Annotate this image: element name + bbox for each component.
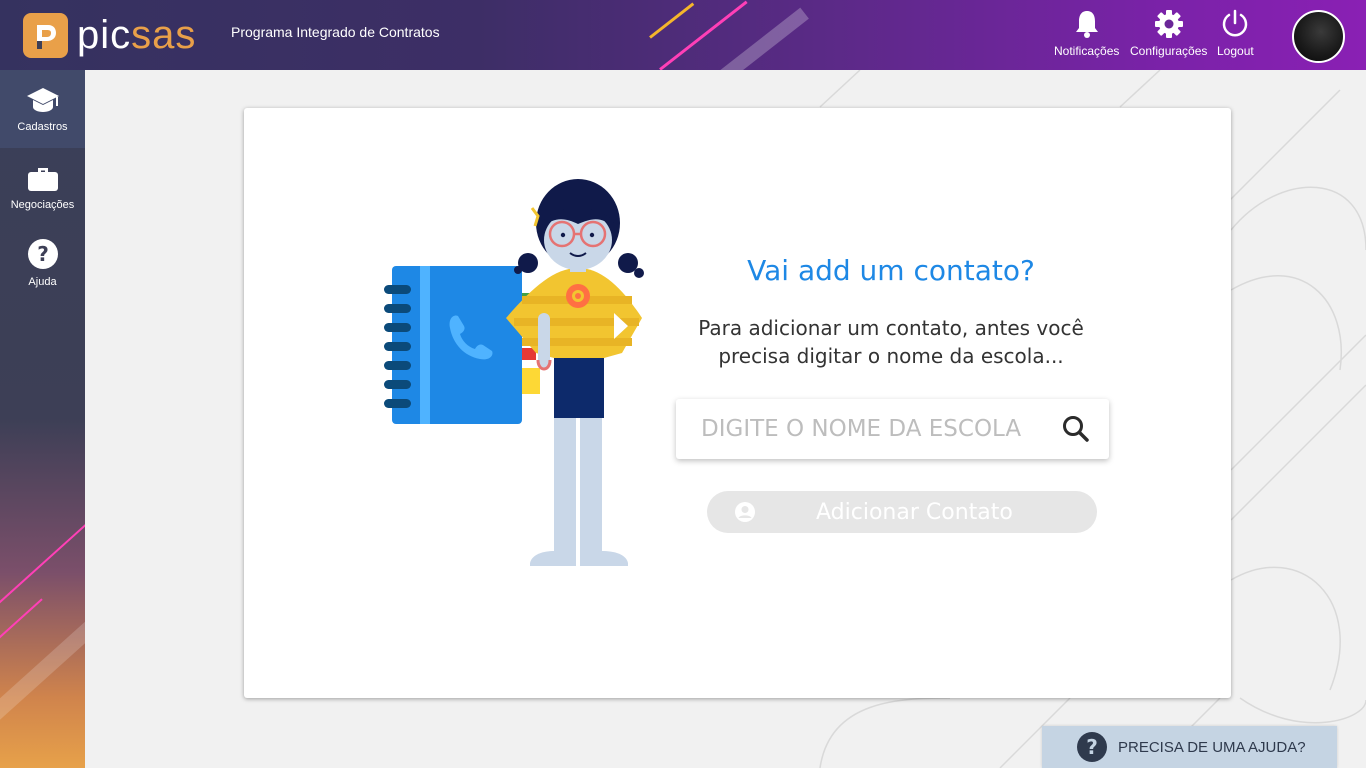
logo-p-icon [37, 25, 56, 49]
instruction-text: Para adicionar um contato, antes você pr… [698, 316, 1084, 368]
decor-stripe [0, 618, 85, 724]
notifications-button[interactable]: Notificações [1054, 8, 1119, 58]
decor-stripe [0, 516, 85, 612]
sidebar-item-label: Negociações [10, 199, 75, 211]
svg-text:?: ? [37, 242, 49, 266]
help-icon: ? [27, 239, 58, 269]
decor-stripe [705, 7, 809, 70]
help-tab-label: PRECISA DE UMA AJUDA? [1118, 738, 1306, 756]
top-bar: picsas Programa Integrado de Contratos N… [0, 0, 1366, 70]
search-icon[interactable] [1061, 414, 1091, 444]
logo-text: picsas [77, 13, 196, 58]
app-title: Programa Integrado de Contratos [231, 24, 440, 40]
logo-text-sas: sas [131, 13, 197, 57]
add-contact-button[interactable]: Adicionar Contato [707, 491, 1097, 533]
girl-with-phonebook-illustration [384, 179, 644, 566]
decor-stripe [649, 2, 695, 39]
help-tab-button[interactable]: ? PRECISA DE UMA AJUDA? [1042, 726, 1337, 768]
settings-button[interactable]: Configurações [1130, 8, 1207, 58]
graduation-cap-icon [26, 88, 59, 112]
briefcase-icon [27, 168, 58, 191]
power-icon [1223, 9, 1248, 37]
logout-button[interactable]: Logout [1217, 8, 1254, 58]
sidebar-item-ajuda[interactable]: ? Ajuda [0, 224, 85, 302]
bell-icon [1075, 11, 1098, 38]
svg-text:?: ? [1086, 735, 1098, 759]
sidebar: Cadastros Negociações ? Ajuda [0, 70, 85, 768]
decor-stripe [0, 598, 43, 647]
logout-label: Logout [1217, 44, 1254, 58]
logo-text-pic: pic [77, 13, 132, 57]
main-card: Vai add um contato? Para adicionar um co… [244, 108, 1231, 698]
sidebar-item-label: Cadastros [17, 121, 68, 133]
user-circle-icon [735, 502, 755, 522]
gear-icon [1154, 10, 1183, 38]
logo[interactable]: picsas [23, 13, 196, 58]
sidebar-item-negociacoes[interactable]: Negociações [0, 148, 85, 226]
question-circle-icon: ? [1077, 732, 1107, 762]
sidebar-item-label: Ajuda [28, 276, 57, 288]
school-search-input[interactable] [701, 416, 1061, 442]
page-heading: Vai add um contato? [747, 254, 1035, 287]
logo-badge [23, 13, 68, 58]
sidebar-item-cadastros[interactable]: Cadastros [0, 70, 85, 148]
school-search-box [676, 399, 1109, 459]
add-contact-label: Adicionar Contato [816, 499, 1013, 525]
avatar[interactable] [1292, 10, 1345, 63]
notifications-label: Notificações [1054, 44, 1120, 58]
settings-label: Configurações [1130, 44, 1208, 58]
